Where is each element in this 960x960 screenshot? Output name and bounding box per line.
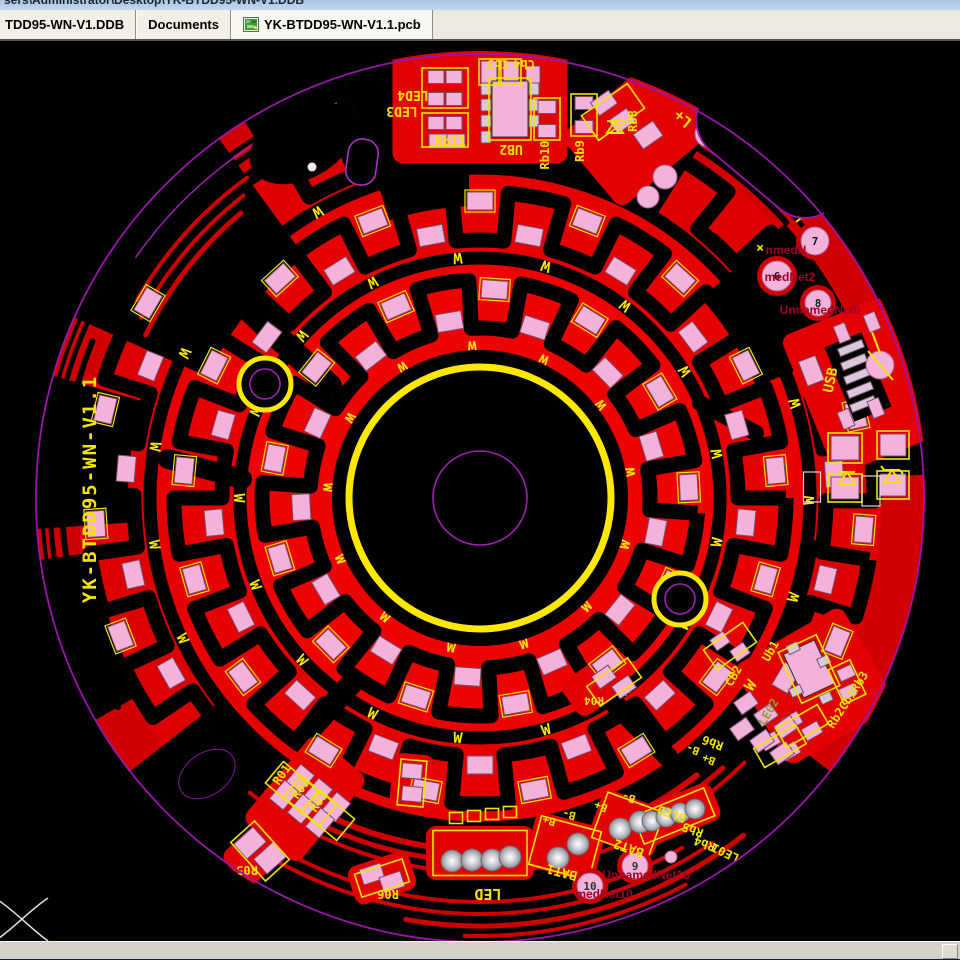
smd-pad: [736, 509, 756, 537]
titlebar-clipped-text: sers\Administrator\Desktop\YK-BTDD95-WN-…: [0, 0, 960, 10]
origin-crosshair-icon: [0, 898, 48, 941]
ic-body-pad[interactable]: [492, 81, 528, 137]
smd-pad[interactable]: [428, 93, 444, 106]
pcb-layout-drawing[interactable]: WWWWWWWWWWWWWWWWWWWWWWWWWWWWWWWWWWWWWWWC…: [0, 41, 960, 941]
smd-pad: [292, 494, 311, 521]
smd-pad[interactable]: [446, 71, 462, 84]
pcb-label[interactable]: R06: [377, 887, 399, 901]
smd-pad[interactable]: [575, 121, 593, 134]
tab-label: Documents: [148, 17, 219, 32]
smd-pad: [501, 693, 530, 715]
smd-pad: [454, 667, 481, 687]
silkscreen-w-mark: W: [230, 493, 248, 503]
tab-documents[interactable]: Documents: [136, 10, 231, 39]
smd-pad: [204, 509, 224, 537]
smd-pad[interactable]: [880, 474, 906, 496]
pcb-label[interactable]: LED3: [386, 103, 417, 118]
tab-label: YK-BTDD95-WN-V1.1.pcb: [264, 17, 421, 32]
pcb-label[interactable]: LED4: [397, 87, 428, 102]
net-name-label: medNet2: [765, 270, 816, 284]
horizontal-scrollbar[interactable]: [0, 941, 960, 959]
pcb-label[interactable]: LED: [474, 885, 501, 903]
tab-pcb-document[interactable]: YK-BTDD95-WN-V1.1.pcb: [231, 10, 433, 39]
smd-pad: [116, 455, 136, 482]
tab-label: TDD95-WN-V1.DDB: [5, 17, 124, 32]
round-pad[interactable]: [637, 186, 659, 208]
center-cutout: [332, 350, 628, 646]
mounting-hole: [239, 358, 291, 410]
round-pad[interactable]: [685, 799, 705, 819]
pcb-editor-canvas[interactable]: WWWWWWWWWWWWWWWWWWWWWWWWWWWWWWWWWWWWWWWC…: [0, 41, 960, 941]
pcb-label[interactable]: Cb3: [487, 57, 509, 71]
pcb-label[interactable]: UB2: [499, 141, 522, 156]
smd-pad[interactable]: [538, 101, 556, 114]
via-dot: [308, 163, 317, 172]
pcb-label[interactable]: Rb8: [626, 110, 640, 132]
smd-pad: [174, 457, 194, 485]
round-pad[interactable]: [441, 850, 463, 872]
smd-pad: [435, 311, 464, 333]
smd-pad[interactable]: [831, 436, 859, 460]
tab-ddb-document[interactable]: TDD95-WN-V1.DDB: [0, 10, 136, 39]
smd-pad[interactable]: [401, 763, 422, 780]
smd-pad: [467, 192, 493, 210]
pcb-label[interactable]: R04: [584, 694, 604, 707]
smd-pad: [679, 474, 698, 501]
round-pad[interactable]: [461, 849, 483, 871]
smd-pad[interactable]: [428, 71, 444, 84]
smd-pad: [854, 516, 874, 543]
pcb-label[interactable]: 7: [812, 235, 819, 248]
pcb-document-icon: [243, 17, 259, 32]
mounting-hole: [654, 573, 706, 625]
tab-bar-empty-area: [433, 10, 960, 39]
smd-pad[interactable]: [446, 117, 462, 130]
round-pad[interactable]: [499, 846, 521, 868]
smd-pad[interactable]: [831, 477, 859, 499]
smd-pad[interactable]: [880, 434, 906, 456]
pcb-label[interactable]: Rb10: [538, 141, 552, 170]
smd-pad[interactable]: [538, 125, 556, 138]
smd-pad[interactable]: [428, 117, 444, 130]
round-pad[interactable]: [653, 165, 677, 189]
net-name-label: UnnamedNet6: [780, 303, 861, 317]
pcb-board[interactable]: WWWWWWWWWWWWWWWWWWWWWWWWWWWWWWWWWWWWWWWC…: [34, 41, 940, 941]
pcb-label[interactable]: Rb11: [434, 135, 465, 150]
net-name-label: UnnamedNet15: [602, 868, 690, 882]
round-pad[interactable]: [665, 851, 677, 863]
scrollbar-corner-button[interactable]: [942, 944, 958, 959]
document-tab-bar: TDD95-WN-V1.DDB Documents YK-BTDD95-WN-V…: [0, 10, 960, 41]
silkscreen-w-mark: W: [800, 495, 818, 505]
net-name-label: medNet10: [575, 887, 633, 901]
smd-pad: [766, 457, 786, 485]
net-name-label: nmedN: [766, 243, 807, 257]
smd-pad: [481, 280, 508, 300]
smd-pad[interactable]: [401, 786, 422, 803]
round-pad[interactable]: [567, 833, 589, 855]
smd-pad[interactable]: [446, 93, 462, 106]
pcb-label[interactable]: YK-BTDD95-WN-V1.1: [79, 375, 101, 603]
smd-pad: [467, 756, 493, 774]
pcb-label[interactable]: Cb4: [513, 57, 535, 71]
pcb-label[interactable]: Rb9: [573, 140, 587, 162]
titlebar-path-fragment: sers\Administrator\Desktop\YK-BTDD95-WN-…: [4, 0, 304, 7]
